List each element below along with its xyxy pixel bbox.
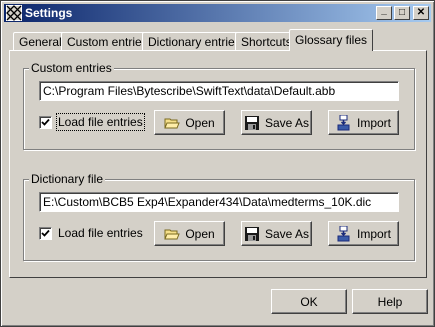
checkmark-icon: [41, 118, 50, 126]
dictionary-import-label: Import: [356, 226, 391, 241]
tab-general[interactable]: General: [13, 32, 68, 50]
dictionary-load-checkbox[interactable]: [39, 227, 52, 240]
import-icon: [336, 225, 352, 242]
folder-icon: [164, 226, 181, 242]
settings-window: Settings _ □ ✕ General Custom entries Di…: [0, 0, 435, 327]
maximize-icon: □: [398, 7, 406, 18]
tab-glossary-files[interactable]: Glossary files: [289, 29, 374, 51]
minimize-button[interactable]: _: [376, 6, 392, 20]
title-bar[interactable]: Settings _ □ ✕: [4, 4, 431, 22]
custom-load-label[interactable]: Load file entries: [56, 113, 145, 131]
help-button[interactable]: Help: [352, 289, 428, 314]
floppy-disk-icon: [244, 115, 260, 131]
custom-load-checkbox[interactable]: [39, 116, 52, 129]
custom-entries-legend: Custom entries: [29, 61, 114, 75]
glossary-files-panel: Custom entries C:\Program Files\Bytescri…: [9, 50, 427, 278]
help-label: Help: [377, 294, 403, 309]
tab-custom-entries[interactable]: Custom entries: [61, 32, 154, 50]
ok-label: OK: [300, 294, 318, 309]
custom-entries-path-field[interactable]: C:\Program Files\Bytescribe\SwiftText\da…: [39, 81, 399, 101]
dictionary-open-label: Open: [185, 226, 215, 241]
dictionary-saveas-label: Save As: [264, 226, 310, 241]
tab-dictionary-entries[interactable]: Dictionary entries: [142, 32, 247, 50]
window-title: Settings: [25, 6, 73, 20]
dictionary-open-button[interactable]: Open: [154, 221, 225, 246]
folder-icon: [164, 115, 181, 131]
dictionary-load-label[interactable]: Load file entries: [58, 226, 143, 240]
custom-open-label: Open: [185, 115, 215, 130]
checkmark-icon: [41, 229, 50, 237]
import-icon: [336, 114, 352, 131]
close-button[interactable]: ✕: [413, 6, 429, 20]
floppy-disk-icon: [244, 226, 260, 242]
custom-saveas-label: Save As: [264, 115, 310, 130]
app-icon: [6, 5, 22, 21]
custom-entries-group: Custom entries C:\Program Files\Bytescri…: [23, 61, 415, 150]
dictionary-saveas-button[interactable]: Save As: [241, 221, 312, 246]
custom-saveas-button[interactable]: Save As: [241, 110, 312, 135]
custom-import-button[interactable]: Import: [328, 110, 399, 135]
minimize-icon: _: [381, 5, 387, 16]
dictionary-import-button[interactable]: Import: [328, 221, 399, 246]
tab-strip: General Custom entries Dictionary entrie…: [9, 29, 429, 51]
ok-button[interactable]: OK: [271, 289, 347, 314]
dictionary-file-legend: Dictionary file: [29, 172, 106, 186]
custom-open-button[interactable]: Open: [154, 110, 225, 135]
maximize-button[interactable]: □: [394, 6, 410, 20]
close-icon: ✕: [416, 7, 426, 18]
dictionary-path-field[interactable]: E:\Custom\BCB5 Exp4\Expander434\Data\med…: [39, 192, 399, 212]
custom-import-label: Import: [356, 115, 391, 130]
dictionary-file-group: Dictionary file E:\Custom\BCB5 Exp4\Expa…: [23, 172, 415, 261]
